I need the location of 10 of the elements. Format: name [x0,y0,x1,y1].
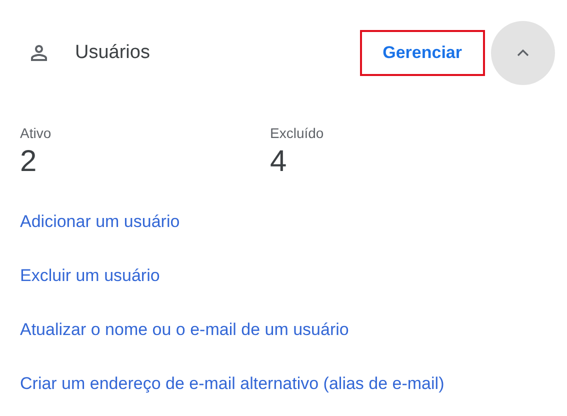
stat-value: 2 [20,144,37,180]
help-link[interactable]: Criar um endereço de e-mail alternativo (alias de e-mail) [20,373,444,395]
stat-label: Ativo [20,124,52,143]
help-link[interactable]: Atualizar o nome ou o e-mail de um usuário [20,319,349,341]
help-link[interactable]: Adicionar um usuário [20,211,180,233]
stat-label: Excluído [270,124,324,143]
manage-link[interactable]: Gerenciar [360,30,485,76]
section-title: Usuários [75,40,150,65]
help-link[interactable]: Excluir um usuário [20,265,160,287]
stat-value: 4 [270,144,287,180]
